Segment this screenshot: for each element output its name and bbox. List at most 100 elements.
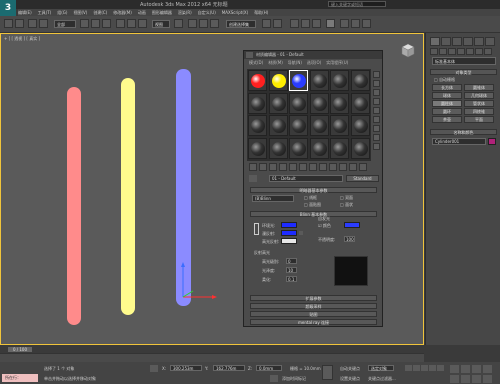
menu-item[interactable]: 视图(V)	[73, 9, 87, 16]
self-illum-color-swatch[interactable]	[344, 222, 360, 228]
cylinder-button[interactable]: 圆柱体	[432, 100, 462, 107]
cylinder-yellow[interactable]	[121, 78, 135, 315]
move-icon[interactable]	[116, 19, 125, 28]
material-sample-slot[interactable]	[289, 115, 308, 136]
menu-item[interactable]: 编辑(E)	[18, 9, 32, 16]
geosphere-button[interactable]: 几何球体	[464, 92, 494, 99]
assign-material-icon[interactable]	[269, 163, 277, 171]
material-sample-slot[interactable]	[350, 92, 370, 114]
material-sample-slot[interactable]	[309, 137, 329, 159]
material-sample-slot[interactable]	[248, 137, 267, 159]
next-frame-icon[interactable]	[429, 365, 436, 371]
get-material-icon[interactable]	[249, 163, 257, 171]
sample-type-icon[interactable]	[373, 71, 380, 78]
viewcube-icon[interactable]	[398, 40, 418, 60]
soften-spinner[interactable]: 0.1	[286, 276, 297, 282]
field-of-view-icon[interactable]	[450, 375, 459, 383]
autogrid-checkbox[interactable]: □ 自动栅格	[434, 77, 455, 83]
pan-icon[interactable]	[461, 375, 470, 383]
named-selection-select[interactable]: 创建选择集	[226, 20, 256, 28]
scale-icon[interactable]	[138, 19, 147, 28]
snap-icon[interactable]	[188, 19, 197, 28]
material-sample-slot[interactable]	[268, 70, 288, 91]
key-filters-button[interactable]: 关键点过滤器...	[368, 376, 396, 382]
menu-item[interactable]: 工具(T)	[38, 9, 52, 16]
zoom-extents-all-icon[interactable]	[483, 365, 492, 373]
add-time-tag[interactable]: 添加时间标记	[282, 376, 306, 382]
material-type-button[interactable]: Standard	[346, 175, 379, 182]
menu-item[interactable]: 组(G)	[57, 9, 67, 16]
menu-item[interactable]: 动画	[138, 9, 146, 16]
set-key-icon[interactable]	[322, 365, 333, 380]
torus-button[interactable]: 圆环	[432, 108, 462, 115]
unlink-icon[interactable]	[39, 19, 48, 28]
select-by-material-icon[interactable]	[373, 134, 380, 141]
align-icon[interactable]	[273, 19, 282, 28]
search-input[interactable]: 键入关键字或短语	[328, 1, 386, 7]
display-tab-icon[interactable]	[474, 37, 484, 46]
put-to-scene-icon[interactable]	[259, 163, 267, 171]
material-sample-slot[interactable]	[248, 92, 267, 114]
select-by-name-icon[interactable]	[91, 19, 100, 28]
set-key-button[interactable]: 设置关键点	[340, 376, 360, 382]
time-slider[interactable]: 0 / 100	[8, 347, 32, 352]
sphere-button[interactable]: 球体	[432, 92, 462, 99]
modify-tab-icon[interactable]	[441, 37, 451, 46]
object-type-header[interactable]: 对象类型	[430, 69, 497, 75]
go-to-parent-icon[interactable]	[349, 163, 357, 171]
material-sample-slot[interactable]	[268, 92, 288, 114]
select-region-icon[interactable]	[102, 19, 111, 28]
time-tag-icon[interactable]	[270, 375, 278, 382]
specular-color-swatch[interactable]	[281, 238, 297, 244]
material-sample-slot[interactable]	[289, 92, 308, 114]
diffuse-map-button[interactable]	[299, 231, 303, 235]
self-illum-color-checkbox[interactable]: ☑ 颜色	[318, 223, 331, 229]
material-editor-menu-item[interactable]: 材质(M)	[268, 60, 283, 65]
material-sample-slot[interactable]	[330, 70, 349, 91]
reset-map-icon[interactable]	[279, 163, 287, 171]
material-name-input[interactable]: 01 - Default	[269, 175, 343, 182]
pivot-icon[interactable]	[174, 19, 183, 28]
material-editor-menu-item[interactable]: 模式(D)	[249, 60, 263, 65]
wire-checkbox[interactable]: □ 线框	[304, 195, 317, 201]
material-sample-slot[interactable]	[309, 92, 329, 114]
shader-type-select[interactable]: (B)Blinn	[252, 195, 294, 202]
make-preview-icon[interactable]	[373, 116, 380, 123]
app-logo-button[interactable]: 3	[0, 0, 16, 16]
material-editor-menu-item[interactable]: 选项(O)	[307, 60, 321, 65]
put-to-library-icon[interactable]	[309, 163, 317, 171]
show-end-result-icon[interactable]	[339, 163, 347, 171]
video-check-icon[interactable]	[373, 107, 380, 114]
menu-item[interactable]: 自定义(U)	[198, 9, 216, 16]
select-object-icon[interactable]	[80, 19, 89, 28]
plane-button[interactable]: 平面	[464, 116, 494, 123]
material-sample-slot[interactable]	[248, 70, 267, 91]
render-icon[interactable]	[362, 19, 371, 28]
options-icon[interactable]	[373, 125, 380, 132]
menu-item[interactable]: 渲染(R)	[178, 9, 192, 16]
glossiness-spinner[interactable]: 10	[286, 267, 297, 273]
maximize-viewport-icon[interactable]	[483, 375, 492, 383]
material-sample-slot[interactable]	[330, 92, 349, 114]
hierarchy-tab-icon[interactable]	[452, 37, 462, 46]
rotate-icon[interactable]	[127, 19, 136, 28]
material-sample-slot[interactable]	[350, 70, 370, 91]
undo-icon[interactable]	[4, 19, 13, 28]
orbit-icon[interactable]	[472, 375, 481, 383]
diffuse-color-swatch[interactable]	[281, 230, 297, 236]
selected-set-select[interactable]: 选定对象	[368, 365, 394, 371]
backlight-icon[interactable]	[373, 80, 380, 87]
material-id-icon[interactable]	[319, 163, 327, 171]
percent-snap-icon[interactable]	[210, 19, 219, 28]
material-editor-icon[interactable]	[326, 19, 335, 28]
z-coordinate-field[interactable]: 0.0mm	[256, 365, 282, 371]
spec-level-spinner[interactable]: 0	[286, 258, 297, 264]
material-navigator-icon[interactable]	[373, 143, 380, 150]
mental-ray-rollout[interactable]: mental ray 连接	[250, 319, 377, 325]
play-icon[interactable]	[421, 365, 428, 371]
viewport-label[interactable]: + ] [ 透视 ] [ 真实 ]	[4, 36, 40, 42]
menu-item[interactable]: 创建(C)	[93, 9, 107, 16]
selection-filter-select[interactable]: 全部	[54, 20, 76, 28]
x-coordinate-field[interactable]: 300.253m	[170, 365, 202, 371]
motion-tab-icon[interactable]	[463, 37, 473, 46]
